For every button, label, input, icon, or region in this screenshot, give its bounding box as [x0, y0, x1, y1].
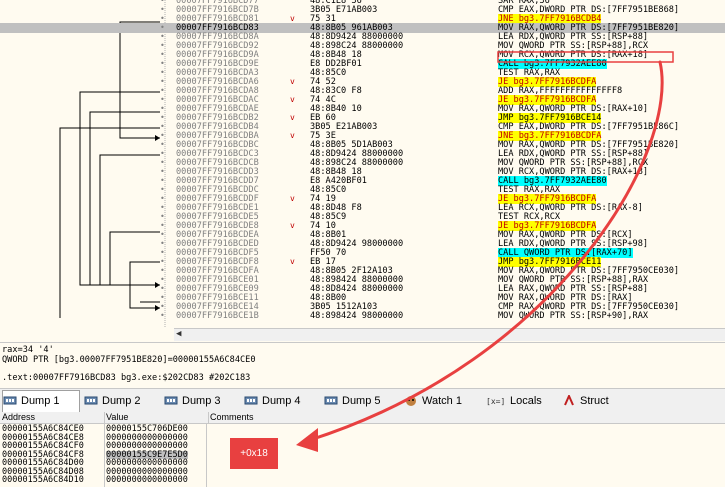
instruction-bytes: 48:898424 98000000 [310, 311, 404, 321]
dump-row[interactable]: 00000155A6C84CF0 0000000000000000 [0, 441, 725, 451]
dump-row[interactable]: 00000155A6C84CE0 00000155C706DE00 [0, 424, 725, 434]
tab-dump-2[interactable]: Dump 2 [84, 391, 160, 411]
tab-locals[interactable]: [x=] Locals [486, 391, 558, 411]
disassembly-view[interactable]: • 00007FF7916BCD77 48:C1E8 36 SAR RAX,36 • 00… [0, 0, 725, 328]
tab-label: Dump 4 [262, 395, 301, 407]
tab-dump-5[interactable]: Dump 5 [324, 391, 400, 411]
instruction-address: 00007FF7916BCE1B [176, 311, 259, 321]
column-address[interactable]: Address [0, 412, 105, 423]
svg-text:[x=]: [x=] [486, 397, 505, 406]
locals-icon: [x=] [486, 393, 506, 406]
memory-icon [84, 393, 98, 405]
tab-dump-3[interactable]: Dump 3 [164, 391, 240, 411]
tab-label: Watch 1 [422, 395, 462, 407]
column-comments[interactable]: Comments [208, 412, 725, 423]
disasm-row[interactable]: • 00007FF7916BCE1B 48:898424 98000000 MOV Q… [0, 311, 725, 321]
instruction-text: MOV QWORD PTR SS:[RSP+90],RAX [498, 311, 648, 321]
tab-label: Dump 2 [102, 395, 141, 407]
dump-row[interactable]: 00000155A6C84D10 0000000000000000 [0, 475, 725, 485]
offset-annotation: +0x18 [230, 438, 278, 469]
horizontal-scrollbar[interactable]: ◀ [174, 328, 725, 341]
memory-icon [3, 393, 17, 405]
scroll-left-icon[interactable]: ◀ [176, 329, 181, 339]
dump-tab-bar: Dump 1 Dump 2 Dump 3 Dump 4 Dump 5 Watch 1 [x=… [0, 388, 725, 413]
tab-dump-4[interactable]: Dump 4 [244, 391, 320, 411]
dump-value: 00000155C706DE00 [106, 424, 188, 434]
tab-struct[interactable]: Struct [562, 391, 626, 411]
info-pane: rax=34 '4' QWORD PTR [bg3.00007FF7951BE8… [0, 342, 725, 388]
memory-icon [244, 393, 258, 405]
dump-address: 00000155A6C84D10 [2, 475, 84, 485]
column-value[interactable]: Value [104, 412, 209, 423]
dump-value: 0000000000000000 [106, 475, 188, 485]
dump-value: 0000000000000000 [106, 441, 188, 451]
info-line-location: .text:00007FF7916BCD83 bg3.exe:$202CD83 … [2, 373, 251, 383]
tab-watch-1[interactable]: Watch 1 [404, 391, 482, 411]
struct-icon [562, 393, 576, 406]
info-line-operand: QWORD PTR [bg3.00007FF7951BE820]=0000015… [2, 355, 256, 365]
dump-row[interactable]: 00000155A6C84D00 0000000000000000 [0, 458, 725, 468]
dump-address: 00000155A6C84D00 [2, 458, 84, 468]
memory-icon [164, 393, 178, 405]
tab-label: Dump 1 [21, 395, 60, 407]
dump-address: 00000155A6C84CF0 [2, 441, 84, 451]
dump-value: 0000000000000000 [106, 458, 188, 468]
memory-icon [324, 393, 338, 405]
tab-label: Locals [510, 395, 542, 407]
tab-dump-1[interactable]: Dump 1 [2, 390, 80, 413]
dump-view[interactable]: Address Value Comments 00000155A6C84CE0 0… [0, 412, 725, 487]
dump-header: Address Value Comments [0, 412, 725, 424]
tab-label: Dump 3 [182, 395, 221, 407]
info-line-register: rax=34 '4' [2, 345, 54, 355]
dump-address: 00000155A6C84CE0 [2, 424, 84, 434]
tab-label: Struct [580, 395, 609, 407]
tab-label: Dump 5 [342, 395, 381, 407]
instruction-mnemonic: MOV QWORD PTR SS:[RSP+90],RAX [498, 311, 649, 321]
watch-icon [404, 393, 418, 406]
breakpoint-dot[interactable]: • [160, 311, 165, 321]
